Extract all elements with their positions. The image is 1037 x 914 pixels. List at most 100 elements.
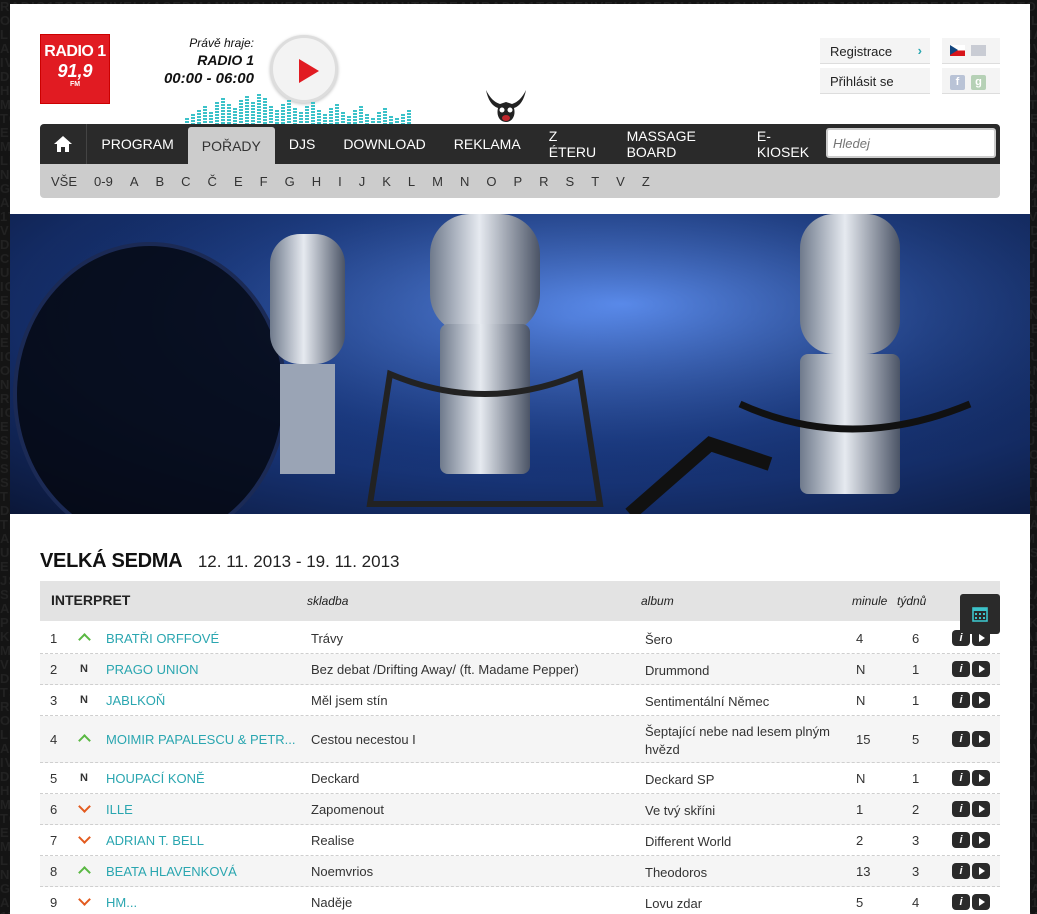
alphabet-letter[interactable]: L [408, 174, 415, 189]
radio1-logo[interactable]: RADIO 1 91,9 FM [40, 34, 110, 104]
chart-title: VELKÁ SEDMA 12. 11. 2013 - 19. 11. 2013 [40, 550, 400, 573]
info-button[interactable]: i [952, 731, 970, 747]
alphabet-letter[interactable]: R [539, 174, 548, 189]
alphabet-letter[interactable]: Z [642, 174, 650, 189]
row-rank: 2 [50, 662, 58, 677]
nav-tab[interactable]: DJS [275, 124, 329, 164]
equalizer-bar [389, 116, 393, 124]
alphabet-letter[interactable]: F [260, 174, 268, 189]
alphabet-letter[interactable]: T [591, 174, 599, 189]
row-actions: i [952, 863, 990, 879]
alphabet-letter[interactable]: J [359, 174, 366, 189]
alphabet-letter[interactable]: O [486, 174, 496, 189]
play-track-button[interactable] [972, 801, 990, 817]
row-artist-link[interactable]: JABLKOŇ [106, 693, 296, 708]
equalizer-bar [269, 106, 273, 124]
row-last-week: N [856, 771, 866, 786]
alphabet-letter[interactable]: C [181, 174, 190, 189]
play-track-button[interactable] [972, 894, 990, 910]
info-button[interactable]: i [952, 894, 970, 910]
row-weeks: 2 [912, 802, 920, 817]
alphabet-letter[interactable]: N [460, 174, 469, 189]
alphabet-letter[interactable]: M [432, 174, 443, 189]
row-artist-link[interactable]: ADRIAN T. BELL [106, 833, 296, 848]
trend-new-icon: N [80, 694, 88, 706]
nav-tab[interactable]: DOWNLOAD [329, 124, 439, 164]
alphabet-letter[interactable]: E [234, 174, 243, 189]
row-weeks: 6 [912, 631, 920, 646]
alphabet-letter[interactable]: B [155, 174, 164, 189]
nav-tab[interactable]: POŘADY [187, 127, 275, 164]
calendar-icon [972, 607, 988, 622]
play-track-button[interactable] [972, 770, 990, 786]
alphabet-letter[interactable]: V [616, 174, 625, 189]
trend-down-icon [80, 834, 89, 842]
search-input[interactable] [826, 128, 996, 158]
equalizer-bar [299, 112, 303, 124]
alphabet-letter[interactable]: H [312, 174, 321, 189]
row-rank: 6 [50, 802, 58, 817]
row-artist-link[interactable]: HM... [106, 895, 296, 910]
play-track-button[interactable] [972, 630, 990, 646]
nav-tab[interactable]: PROGRAM [87, 124, 187, 164]
row-last-week: 2 [856, 833, 864, 848]
row-artist-link[interactable]: BEATA HLAVENKOVÁ [106, 864, 296, 879]
play-track-button[interactable] [972, 661, 990, 677]
row-last-week: 1 [856, 802, 864, 817]
info-button[interactable]: i [952, 770, 970, 786]
row-song: Zapomenout [311, 802, 384, 817]
col-artist: INTERPRET [51, 592, 131, 608]
equalizer-bar [221, 98, 225, 124]
home-button[interactable] [40, 124, 88, 164]
alphabet-letter[interactable]: Č [208, 174, 217, 189]
info-button[interactable]: i [952, 863, 970, 879]
now-playing-label: Právě hraje: [189, 36, 254, 50]
row-rank: 7 [50, 833, 58, 848]
alphabet-letter[interactable]: G [285, 174, 295, 189]
row-album: Different World [645, 834, 732, 849]
row-song: Trávy [311, 631, 344, 646]
row-album: Šero [645, 632, 673, 647]
equalizer-bar [335, 104, 339, 124]
alphabet-letter[interactable]: K [382, 174, 391, 189]
info-button[interactable]: i [952, 692, 970, 708]
nav-tab[interactable]: E-KIOSEK [743, 124, 826, 164]
english-flag-icon[interactable] [971, 45, 986, 56]
trend-down-icon [80, 896, 89, 904]
info-button[interactable]: i [952, 801, 970, 817]
alphabet-letter[interactable]: I [338, 174, 342, 189]
play-track-button[interactable] [972, 692, 990, 708]
alphabet-letter[interactable]: P [513, 174, 522, 189]
facebook-icon[interactable]: f [950, 75, 965, 90]
row-artist-link[interactable]: ILLE [106, 802, 296, 817]
alphabet-letter[interactable]: A [130, 174, 139, 189]
row-artist-link[interactable]: BRATŘI ORFFOVÉ [106, 631, 296, 646]
row-weeks: 5 [912, 732, 920, 747]
play-track-button[interactable] [972, 863, 990, 879]
register-link[interactable]: Registrace › [820, 38, 930, 64]
info-button[interactable]: i [952, 832, 970, 848]
play-track-button[interactable] [972, 731, 990, 747]
nav-tab[interactable]: REKLAMA [440, 124, 535, 164]
google-icon[interactable]: g [971, 75, 986, 90]
info-button[interactable]: i [952, 661, 970, 677]
row-artist-link[interactable]: HOUPACÍ KONĚ [106, 771, 296, 786]
alphabet-letter[interactable]: VŠE [51, 174, 77, 189]
row-actions: i [952, 731, 990, 747]
czech-flag-icon[interactable] [950, 45, 965, 56]
nav-tab[interactable]: MASSAGE BOARD [613, 124, 743, 164]
nav-tab[interactable]: Z ÉTERU [535, 124, 613, 164]
alphabet-letter[interactable]: 0-9 [94, 174, 113, 189]
row-rank: 8 [50, 864, 58, 879]
row-artist-link[interactable]: MOIMIR PAPALESCU & PETR... [106, 732, 296, 747]
row-artist-link[interactable]: PRAGO UNION [106, 662, 296, 677]
chevron-right-icon: › [917, 43, 922, 58]
row-last-week: N [856, 693, 866, 708]
play-track-button[interactable] [972, 832, 990, 848]
equalizer-bar [347, 116, 351, 124]
equalizer-bar [227, 104, 231, 124]
info-button[interactable]: i [952, 630, 970, 646]
table-row: 2 N PRAGO UNION Bez debat /Drifting Away/ (… [40, 654, 1000, 685]
alphabet-letter[interactable]: S [566, 174, 575, 189]
login-link[interactable]: Přihlásit se [820, 68, 930, 94]
